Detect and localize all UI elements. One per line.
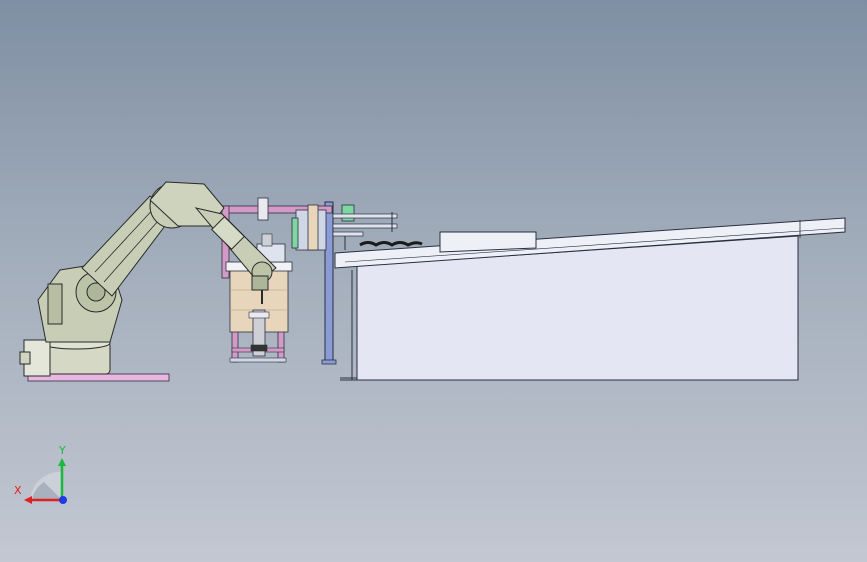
cad-viewport[interactable]: X Y xyxy=(0,0,867,562)
conveyor-table[interactable] xyxy=(334,217,846,381)
coordinate-triad: X Y xyxy=(14,444,67,504)
triad-base-icon xyxy=(30,471,62,500)
y-axis-label: Y xyxy=(58,444,66,457)
x-axis-label: X xyxy=(14,484,22,497)
assembly-scene[interactable] xyxy=(0,0,867,562)
z-axis-dot-icon xyxy=(59,496,67,504)
